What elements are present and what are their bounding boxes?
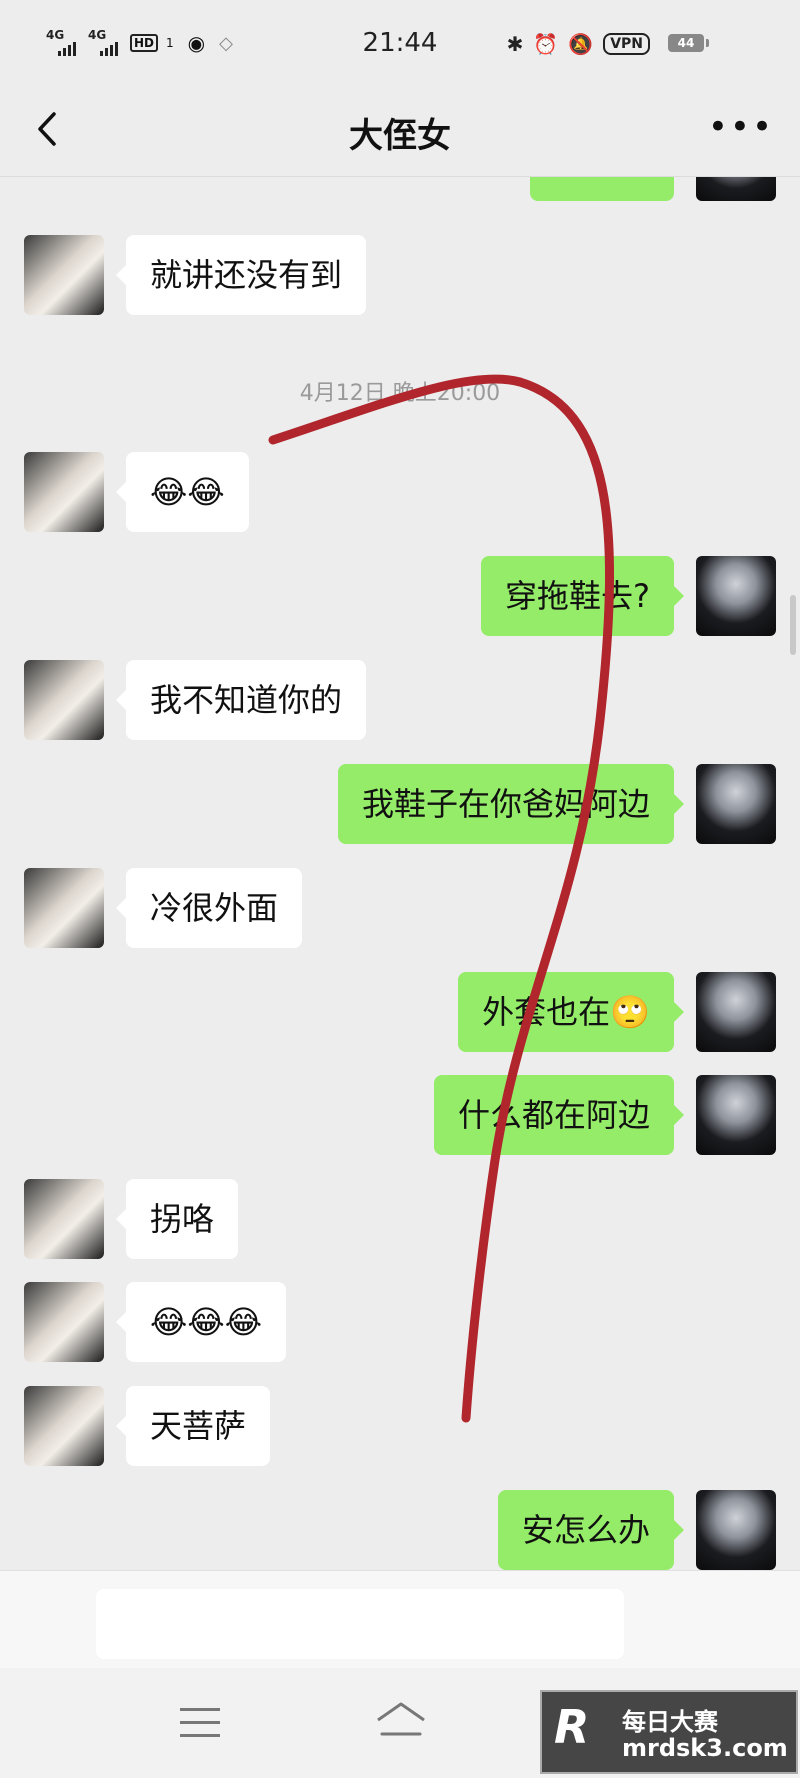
message-list[interactable]: 看他的 就讲还没有到 4月12日 晚上20:00 😂😂 穿拖鞋去? 我不知道你的…: [0, 177, 800, 1570]
avatar-contact[interactable]: [24, 452, 104, 532]
message-bubble[interactable]: 冷很外面: [115, 868, 303, 948]
chat-header: 大侄女 •••: [0, 92, 800, 177]
message-row: 冷很外面: [0, 868, 800, 948]
message-row: 看他的: [0, 177, 800, 201]
avatar-self[interactable]: [696, 1075, 776, 1155]
avatar-contact[interactable]: [24, 1179, 104, 1259]
more-button[interactable]: •••: [708, 104, 774, 150]
message-timestamp: 4月12日 晚上20:00: [299, 381, 501, 406]
message-bubble[interactable]: 天菩萨: [115, 1386, 271, 1466]
message-row: 什么都在阿边: [0, 1075, 800, 1155]
message-bubble[interactable]: 安怎么办: [497, 1490, 685, 1570]
avatar-contact[interactable]: [24, 660, 104, 740]
message-input[interactable]: [96, 1589, 624, 1659]
message-row: 😂😂: [0, 452, 800, 532]
avatar-self[interactable]: [696, 1490, 776, 1570]
message-bubble[interactable]: 我不知道你的: [115, 660, 367, 740]
avatar-contact[interactable]: [24, 1282, 104, 1362]
watermark-text: 每日大赛: [622, 1708, 718, 1736]
mute-icon: 🔕: [568, 32, 594, 56]
alarm-icon: ⏰: [533, 32, 559, 56]
avatar-self[interactable]: [696, 764, 776, 844]
message-bubble[interactable]: 就讲还没有到: [115, 235, 367, 315]
message-row: 拐咯: [0, 1179, 800, 1259]
message-bubble[interactable]: 拐咯: [115, 1179, 239, 1259]
input-bar: [0, 1570, 800, 1669]
battery-icon: 44: [668, 34, 709, 52]
watermark-url: mrdsk3.com: [622, 1734, 788, 1762]
scrollbar[interactable]: [790, 595, 796, 655]
watermark: R 每日大赛 mrdsk3.com: [540, 1690, 798, 1774]
message-row: 穿拖鞋去?: [0, 556, 800, 636]
message-bubble[interactable]: 看他的: [529, 177, 674, 201]
message-row: 外套也在🙄: [0, 972, 800, 1052]
avatar-self[interactable]: [696, 177, 776, 201]
home-icon[interactable]: [374, 1698, 428, 1744]
message-row: 我鞋子在你爸妈阿边: [0, 764, 800, 844]
menu-icon[interactable]: [180, 1708, 220, 1740]
message-bubble[interactable]: 😂😂😂: [115, 1282, 287, 1362]
message-row: 😂😂😂: [0, 1282, 800, 1362]
avatar-contact[interactable]: [24, 235, 104, 315]
avatar-self[interactable]: [696, 972, 776, 1052]
avatar-contact[interactable]: [24, 1386, 104, 1466]
message-row: 我不知道你的: [0, 660, 800, 740]
chat-title: 大侄女: [349, 116, 451, 156]
message-row: 天菩萨: [0, 1386, 800, 1466]
more-dots-icon: •••: [707, 107, 774, 147]
vpn-badge: VPN: [603, 33, 650, 55]
bluetooth-icon: ✱: [506, 32, 524, 56]
watermark-logo: R: [554, 1700, 590, 1754]
message-bubble[interactable]: 我鞋子在你爸妈阿边: [337, 764, 685, 844]
status-bar: 4G 4G HD 1 ◉ ◇ 21:44 ✱ ⏰ 🔕 VPN 44: [0, 0, 800, 92]
avatar-self[interactable]: [696, 556, 776, 636]
message-bubble[interactable]: 外套也在🙄: [458, 972, 684, 1052]
status-right-icons: ✱ ⏰ 🔕 VPN: [507, 32, 650, 56]
message-row: 就讲还没有到: [0, 235, 800, 315]
avatar-contact[interactable]: [24, 868, 104, 948]
message-bubble[interactable]: 😂😂: [116, 452, 249, 532]
message-bubble[interactable]: 什么都在阿边: [433, 1075, 685, 1155]
message-bubble[interactable]: 穿拖鞋去?: [481, 556, 684, 636]
message-row: 安怎么办: [0, 1490, 800, 1570]
